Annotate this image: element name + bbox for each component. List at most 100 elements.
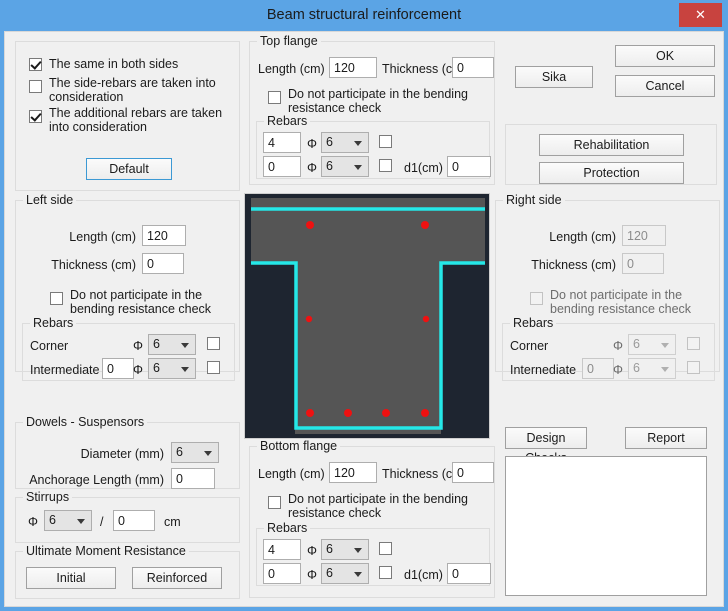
right-side-length-input (622, 225, 666, 246)
bottom-flange-rebar-row1-checkbox[interactable] (379, 542, 392, 555)
stirrups-spacing-input[interactable] (113, 510, 155, 531)
top-flange-rebar-row2-diameter[interactable]: 6 (321, 156, 369, 177)
dowels-diameter-combo[interactable]: 6 (171, 442, 219, 463)
top-flange-length-input[interactable] (329, 57, 377, 78)
top-flange-rebar-row2-diameter-value: 6 (326, 159, 333, 173)
rebar-dot (382, 409, 390, 417)
top-flange-rebar-row1-diameter[interactable]: 6 (321, 132, 369, 153)
right-side-thickness-input (622, 253, 664, 274)
right-side-corner-label: Corner (510, 339, 549, 353)
right-side-no-participate-checkbox (530, 292, 543, 305)
left-side-corner-checkbox[interactable] (207, 337, 220, 350)
ultimate-moment-panel: Ultimate Moment Resistance Initial Reinf… (15, 544, 240, 599)
right-side-intermediate-phi: Φ (613, 363, 623, 377)
label-additional-rebars: The additional rebars are taken into con… (49, 106, 223, 134)
bottom-flange-rebar-row2-checkbox[interactable] (379, 566, 392, 579)
bottom-flange-rebars-panel: Rebars Φ 6 Φ 6 d1(cm) (256, 521, 491, 586)
default-button[interactable]: Default (86, 158, 172, 180)
dowels-diameter-label: Diameter (mm) (80, 447, 164, 461)
bottom-flange-length-label: Length (cm) (258, 467, 325, 481)
stirrups-panel: Stirrups Φ 6 / cm (15, 490, 240, 543)
close-icon[interactable]: ✕ (679, 3, 722, 27)
sika-button[interactable]: Sika (515, 66, 593, 88)
left-side-no-participate-label: Do not participate in the bending resist… (70, 288, 212, 316)
bottom-flange-rebar-row2-phi: Φ (307, 568, 317, 582)
options-panel: The same in both sides The side-rebars a… (15, 41, 240, 191)
top-flange-rebar-row1-diameter-value: 6 (326, 135, 333, 149)
bottom-flange-d1-label: d1(cm) (404, 568, 443, 582)
bottom-flange-rebar-row1-count[interactable] (263, 539, 301, 560)
right-side-corner-phi: Φ (613, 339, 623, 353)
bottom-flange-d1-input[interactable] (447, 563, 491, 584)
top-flange-rebar-row2-count[interactable] (263, 156, 301, 177)
top-flange-rebar-row1-checkbox[interactable] (379, 135, 392, 148)
checkbox-additional-rebars[interactable] (29, 110, 42, 123)
label-same-both-sides: The same in both sides (49, 57, 179, 71)
cancel-button[interactable]: Cancel (615, 75, 715, 97)
left-side-length-label: Length (cm) (69, 230, 136, 244)
top-flange-rebar-row2-checkbox[interactable] (379, 159, 392, 172)
report-button[interactable]: Report (625, 427, 707, 449)
initial-button[interactable]: Initial (26, 567, 116, 589)
client-area: The same in both sides The side-rebars a… (4, 31, 724, 607)
left-side-intermediate-count[interactable] (102, 358, 134, 379)
bottom-flange-rebar-row1-diameter[interactable]: 6 (321, 539, 369, 560)
bottom-flange-thickness-input[interactable] (452, 462, 494, 483)
bottom-flange-no-participate-checkbox[interactable] (268, 496, 281, 509)
protection-button[interactable]: Protection (539, 162, 684, 184)
top-flange-d1-label: d1(cm) (404, 161, 443, 175)
top-flange-no-participate-label: Do not participate in the bending resist… (288, 87, 468, 115)
bottom-flange-length-input[interactable] (329, 462, 377, 483)
rebar-dot (306, 221, 314, 229)
chevron-down-icon (181, 342, 189, 348)
bottom-flange-panel: Bottom flange Length (cm) Thickness (cm)… (249, 439, 495, 598)
right-side-intermediate-count (582, 358, 614, 379)
repair-actions-panel: Rehabilitation Protection (505, 124, 717, 185)
report-output-area[interactable] (505, 456, 707, 596)
left-side-thickness-input[interactable] (142, 253, 184, 274)
dowels-panel: Dowels - Suspensors Diameter (mm) 6 Anch… (15, 415, 240, 489)
dowels-legend: Dowels - Suspensors (23, 415, 148, 429)
top-flange-rebar-row1-count[interactable] (263, 132, 301, 153)
right-side-intermediate-diameter-value: 6 (633, 361, 640, 375)
right-side-intermediate-label: Internediate (510, 363, 577, 377)
left-side-rebars-panel: Rebars Corner Φ 6 Intermediate Φ 6 (22, 316, 235, 381)
bottom-flange-rebar-row2-count[interactable] (263, 563, 301, 584)
left-side-length-input[interactable] (142, 225, 186, 246)
bottom-flange-rebar-row2-diameter-value: 6 (326, 566, 333, 580)
ok-button[interactable]: OK (615, 45, 715, 67)
bottom-flange-rebar-row2-diameter[interactable]: 6 (321, 563, 369, 584)
checkbox-same-both-sides[interactable] (29, 58, 42, 71)
right-side-rebars-panel: Rebars Corner Φ 6 Internediate Φ 6 (502, 316, 715, 381)
right-side-rebars-legend: Rebars (510, 316, 557, 330)
left-side-intermediate-diameter[interactable]: 6 (148, 358, 196, 379)
right-side-thickness-label: Thickness (cm) (531, 258, 616, 272)
top-flange-d1-input[interactable] (447, 156, 491, 177)
top-flange-rebars-panel: Rebars Φ 6 Φ 6 d1(cm) (256, 114, 491, 179)
window-title: Beam structural reinforcement (266, 7, 462, 23)
left-side-corner-diameter-value: 6 (153, 337, 160, 351)
top-flange-thickness-input[interactable] (452, 57, 494, 78)
right-side-corner-diameter-value: 6 (633, 337, 640, 351)
top-flange-no-participate-checkbox[interactable] (268, 91, 281, 104)
top-flange-panel: Top flange Length (cm) Thickness (cm) Do… (249, 34, 495, 185)
top-flange-legend: Top flange (257, 34, 321, 48)
rebar-dot (305, 315, 313, 323)
chevron-down-icon (204, 450, 212, 456)
dowels-anchorage-input[interactable] (171, 468, 215, 489)
left-side-intermediate-checkbox[interactable] (207, 361, 220, 374)
reinforced-button[interactable]: Reinforced (132, 567, 222, 589)
top-flange-length-label: Length (cm) (258, 62, 325, 76)
left-side-corner-diameter[interactable]: 6 (148, 334, 196, 355)
rehabilitation-button[interactable]: Rehabilitation (539, 134, 684, 156)
title-bar: Beam structural reinforcement ✕ (0, 0, 728, 31)
bottom-flange-rebar-row1-diameter-value: 6 (326, 542, 333, 556)
chevron-down-icon (661, 342, 669, 348)
stirrups-diameter-combo[interactable]: 6 (44, 510, 92, 531)
left-side-no-participate-checkbox[interactable] (50, 292, 63, 305)
top-flange-rebar-row1-phi: Φ (307, 137, 317, 151)
design-checks-button[interactable]: Design Checks (505, 427, 587, 465)
ultimate-moment-legend: Ultimate Moment Resistance (23, 544, 189, 558)
checkbox-side-rebars[interactable] (29, 80, 42, 93)
rebar-dot (422, 315, 430, 323)
